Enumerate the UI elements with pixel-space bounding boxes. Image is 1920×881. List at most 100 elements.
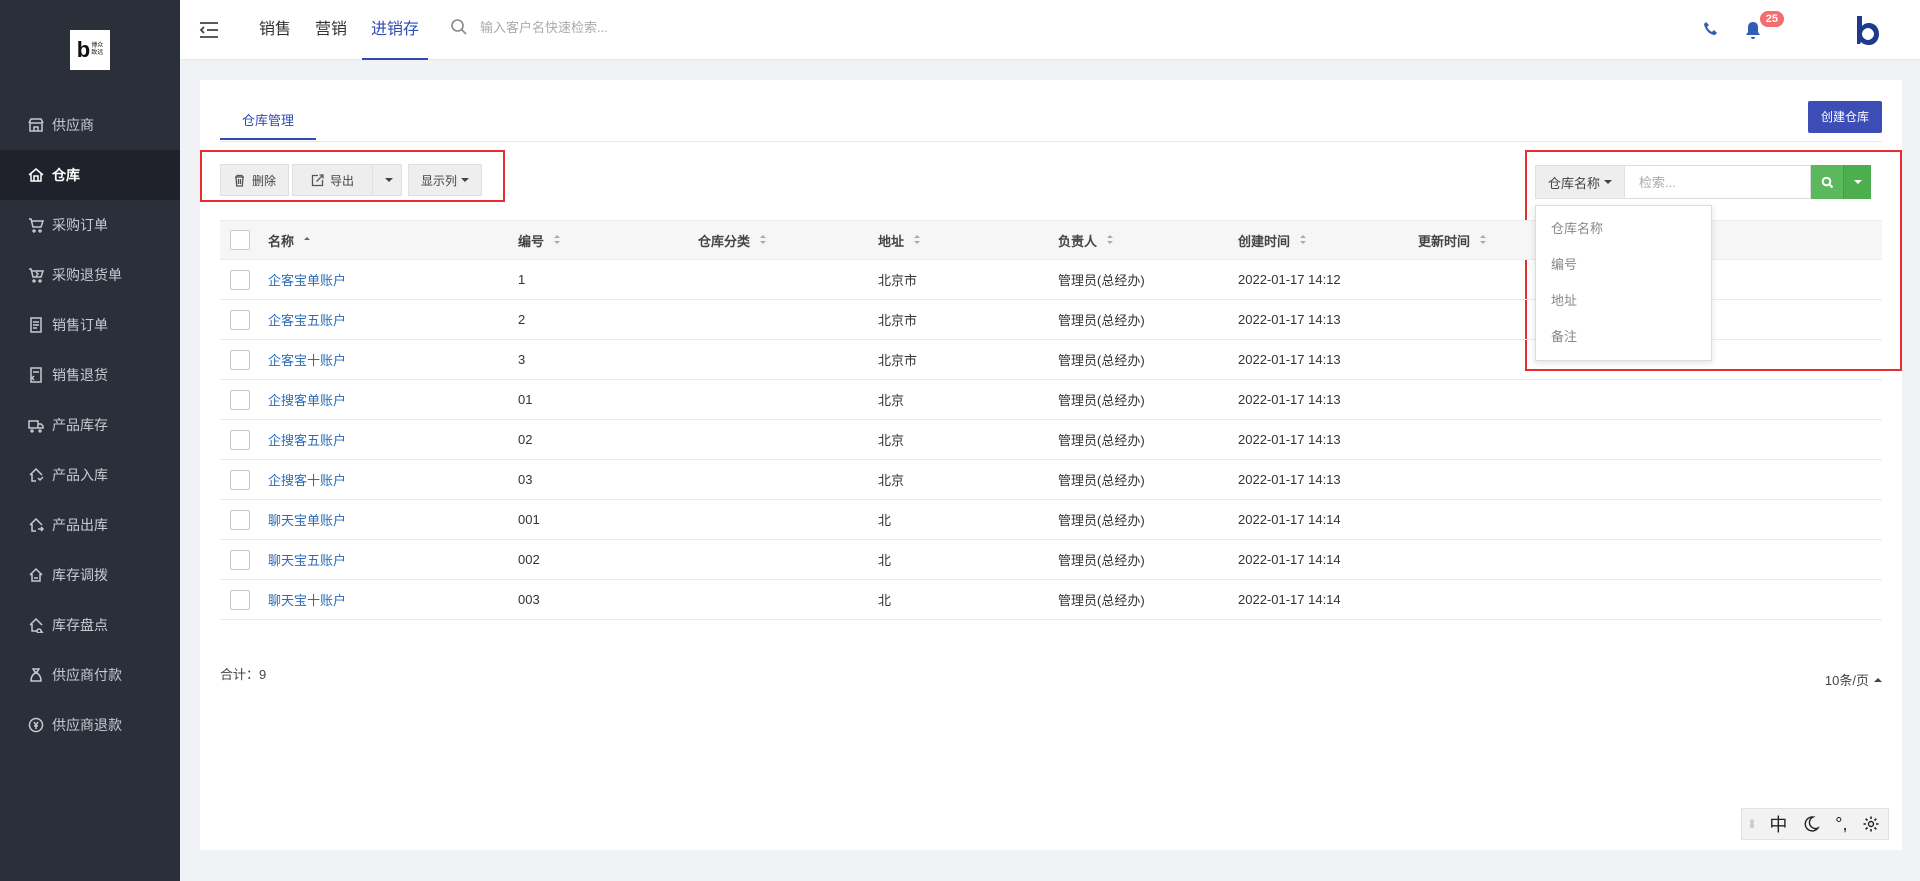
table-row[interactable]: 聊天宝十账户 003 北 管理员(总经办) 2022-01-17 14:14 <box>220 580 1882 620</box>
column-header-code[interactable]: 编号 <box>518 231 561 250</box>
cell-name[interactable]: 企搜客十账户 <box>268 470 346 489</box>
brand-logo[interactable]: b 博众 致远 <box>70 30 110 70</box>
sidebar-item-sales-order[interactable]: 销售订单 <box>0 300 180 350</box>
table-search-input[interactable] <box>1625 165 1812 199</box>
row-checkbox[interactable] <box>230 389 250 410</box>
cell-name[interactable]: 企搜客单账户 <box>268 390 346 409</box>
page-size-select[interactable]: 10条/页 <box>1825 670 1882 689</box>
column-header-category[interactable]: 仓库分类 <box>698 231 767 250</box>
dropdown-option-remark[interactable]: 备注 <box>1536 319 1711 355</box>
create-warehouse-button[interactable]: 创建仓库 <box>1807 101 1882 133</box>
row-checkbox[interactable] <box>230 509 250 530</box>
module-tabs: 销售 营销 进销存 <box>250 0 434 60</box>
export-button[interactable]: 导出 <box>292 164 374 196</box>
table-row[interactable]: 聊天宝单账户 001 北 管理员(总经办) 2022-01-17 14:14 <box>220 500 1882 540</box>
cell-created: 2022-01-17 14:14 <box>1238 552 1341 567</box>
column-label: 编号 <box>518 233 545 249</box>
sidebar-item-label: 采购退货单 <box>52 267 122 283</box>
transfer-icon <box>27 566 45 584</box>
logo-text-line2: 致远 <box>91 50 104 56</box>
sort-icon <box>914 235 921 245</box>
inventory-check-icon <box>27 616 45 634</box>
sidebar-item-label: 库存盘点 <box>52 617 108 633</box>
ime-punctuation-toggle[interactable]: °, <box>1835 814 1847 835</box>
row-checkbox[interactable] <box>230 269 250 290</box>
tab-sales[interactable]: 销售 <box>250 0 300 60</box>
sidebar-nav: 供应商 仓库 采购订单 采购退货单 销售订单 销售退货 产品库存 产品入库 产品… <box>0 100 180 750</box>
cell-name[interactable]: 聊天宝单账户 <box>268 510 346 529</box>
row-checkbox[interactable] <box>230 469 250 490</box>
row-checkbox[interactable] <box>230 549 250 570</box>
logo-text-line1: 博众 <box>91 43 104 49</box>
row-checkbox[interactable] <box>230 589 250 610</box>
cell-created: 2022-01-17 14:13 <box>1238 472 1341 487</box>
column-header-address[interactable]: 地址 <box>878 231 921 250</box>
cell-code: 001 <box>518 512 540 527</box>
show-columns-button[interactable]: 显示列 <box>408 164 483 196</box>
ime-mode-toggle[interactable]: 中 <box>1769 811 1787 837</box>
search-options-toggle[interactable] <box>1843 165 1872 199</box>
sidebar-item-supplier-payment[interactable]: 供应商付款 <box>0 650 180 700</box>
sidebar-item-purchase-order[interactable]: 采购订单 <box>0 200 180 250</box>
sidebar-item-product-stock[interactable]: 产品库存 <box>0 400 180 450</box>
column-header-created[interactable]: 创建时间 <box>1238 231 1307 250</box>
gear-icon[interactable] <box>1862 815 1880 833</box>
cell-name[interactable]: 企搜客五账户 <box>268 430 346 449</box>
cell-code: 2 <box>518 312 526 327</box>
export-dropdown-toggle[interactable] <box>373 164 403 196</box>
cell-name[interactable]: 聊天宝五账户 <box>268 550 346 569</box>
brand-icon[interactable] <box>1854 14 1882 46</box>
sidebar-item-product-outbound[interactable]: 产品出库 <box>0 500 180 550</box>
bell-icon[interactable] <box>1744 20 1762 40</box>
cell-address: 北京市 <box>878 273 918 288</box>
tab-inventory[interactable]: 进销存 <box>362 0 429 60</box>
sidebar-item-stock-check[interactable]: 库存盘点 <box>0 600 180 650</box>
sidebar-item-product-inbound[interactable]: 产品入库 <box>0 450 180 500</box>
dropdown-option-address[interactable]: 地址 <box>1536 283 1711 319</box>
column-label: 更新时间 <box>1418 233 1471 249</box>
cell-owner: 管理员(总经办) <box>1058 553 1145 568</box>
sidebar-item-warehouse[interactable]: 仓库 <box>0 150 180 200</box>
column-header-owner[interactable]: 负责人 <box>1058 231 1114 250</box>
sidebar-item-stock-transfer[interactable]: 库存调拨 <box>0 550 180 600</box>
moon-icon[interactable] <box>1802 815 1821 833</box>
row-checkbox[interactable] <box>230 349 250 370</box>
search-field-label: 仓库名称 <box>1548 175 1601 191</box>
table-row[interactable]: 企搜客五账户 02 北京 管理员(总经办) 2022-01-17 14:13 <box>220 420 1882 460</box>
cell-name[interactable]: 企客宝十账户 <box>268 350 346 369</box>
menu-collapse-icon[interactable] <box>198 20 220 40</box>
tab-marketing[interactable]: 营销 <box>306 0 356 60</box>
column-header-name[interactable]: 名称 <box>268 231 311 250</box>
cell-name[interactable]: 企客宝单账户 <box>268 270 346 289</box>
row-checkbox[interactable] <box>230 429 250 450</box>
drag-handle-icon[interactable]: ‖ <box>1749 817 1754 831</box>
cell-created: 2022-01-17 14:14 <box>1238 592 1341 607</box>
column-header-updated[interactable]: 更新时间 <box>1418 231 1487 250</box>
row-checkbox[interactable] <box>230 309 250 330</box>
customer-search-input[interactable] <box>480 19 700 35</box>
phone-icon[interactable] <box>1702 20 1720 38</box>
table-row[interactable]: 企搜客单账户 01 北京 管理员(总经办) 2022-01-17 14:13 <box>220 380 1882 420</box>
cell-name[interactable]: 企客宝五账户 <box>268 310 346 329</box>
sidebar-item-label: 库存调拨 <box>52 567 108 583</box>
dropdown-option-code[interactable]: 编号 <box>1536 247 1711 283</box>
table-row[interactable]: 企搜客十账户 03 北京 管理员(总经办) 2022-01-17 14:13 <box>220 460 1882 500</box>
cell-name[interactable]: 聊天宝十账户 <box>268 590 346 609</box>
cell-owner: 管理员(总经办) <box>1058 433 1145 448</box>
table-row[interactable]: 聊天宝五账户 002 北 管理员(总经办) 2022-01-17 14:14 <box>220 540 1882 580</box>
tab-warehouse-management[interactable]: 仓库管理 <box>220 100 317 140</box>
select-all-checkbox[interactable] <box>230 230 250 250</box>
customer-search <box>450 18 700 36</box>
sidebar-item-supplier[interactable]: 供应商 <box>0 100 180 150</box>
search-submit-button[interactable] <box>1811 165 1844 199</box>
sidebar-item-purchase-return[interactable]: 采购退货单 <box>0 250 180 300</box>
sidebar-item-supplier-refund[interactable]: 供应商退款 <box>0 700 180 750</box>
sidebar-item-label: 采购订单 <box>52 217 108 233</box>
dropdown-option-warehouse-name[interactable]: 仓库名称 <box>1536 211 1711 247</box>
cell-created: 2022-01-17 14:13 <box>1238 392 1341 407</box>
sidebar-item-sales-return[interactable]: 销售退货 <box>0 350 180 400</box>
cell-code: 01 <box>518 392 533 407</box>
search-field-select[interactable]: 仓库名称 <box>1535 165 1626 199</box>
delete-button[interactable]: 删除 <box>220 164 290 196</box>
show-columns-label: 显示列 <box>421 173 458 188</box>
